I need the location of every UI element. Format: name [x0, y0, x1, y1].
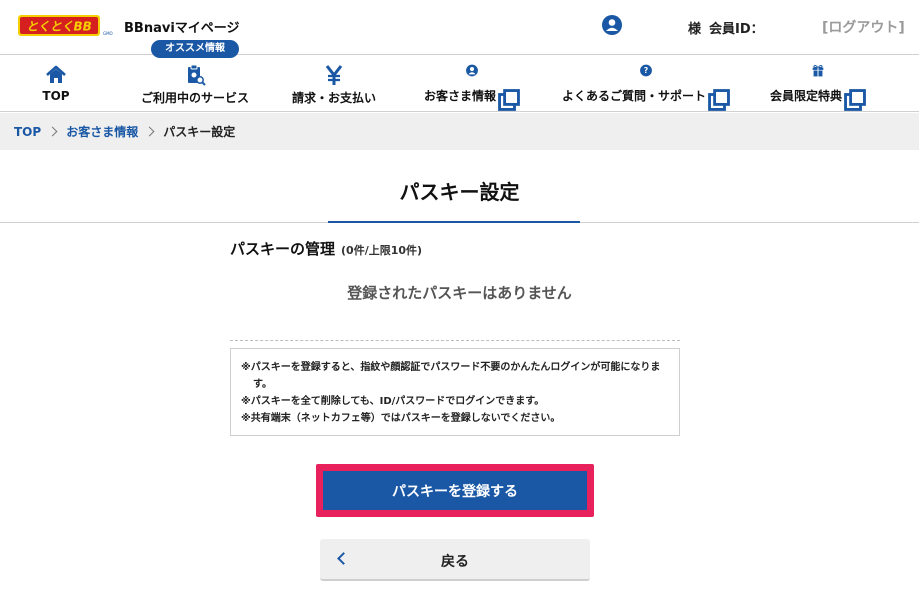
chevron-right-icon	[47, 126, 58, 137]
back-button[interactable]: 戻る	[320, 539, 590, 581]
breadcrumb-top[interactable]: TOP	[14, 125, 41, 139]
question-icon: ?	[640, 64, 652, 77]
dashed-divider	[230, 340, 680, 341]
svg-text:とくとくBB: とくとくBB	[26, 20, 92, 34]
section-title: パスキーの管理	[230, 240, 336, 258]
external-link-icon	[844, 89, 866, 111]
nav-member-benefits-label: 会員限定特典	[770, 89, 843, 103]
service-icon	[188, 64, 206, 86]
tokutoku-bb-logo[interactable]: とくとくBB GMO	[18, 15, 118, 37]
notes-box: ※パスキーを登録すると、指紋や顔認証でパスワード不要のかんたんログインが可能にな…	[230, 348, 680, 436]
breadcrumb-current: パスキー設定	[163, 125, 236, 139]
page-title: パスキー設定	[399, 180, 520, 204]
user-avatar-icon	[602, 15, 622, 35]
recommend-badge[interactable]: オススメ情報	[151, 40, 239, 58]
nav-faq-support[interactable]: ? よくあるご質問・サポート	[560, 55, 732, 111]
nav-member-benefits[interactable]: 会員限定特典	[770, 55, 866, 111]
site-name: BBnaviマイページ	[124, 21, 240, 36]
gift-icon	[812, 64, 824, 77]
nav-top[interactable]: TOP	[36, 55, 76, 111]
nav-services-label: ご利用中のサービス	[140, 91, 249, 105]
empty-passkey-message: 登録されたパスキーはありません	[347, 284, 572, 302]
external-link-icon	[708, 89, 730, 111]
logout-link[interactable]: [ログアウト]	[822, 17, 905, 37]
breadcrumb: TOP お客さま情報 パスキー設定	[0, 113, 919, 150]
nav-top-label: TOP	[42, 89, 70, 103]
user-icon	[466, 64, 478, 77]
nav-services[interactable]: ご利用中のサービス	[133, 55, 257, 111]
member-suffix: 様	[688, 22, 702, 37]
member-info: 様会員ID：	[688, 18, 772, 37]
svg-text:?: ?	[644, 66, 648, 75]
note-item: ※パスキーを登録すると、指紋や顔認証でパスワード不要のかんたんログインが可能にな…	[241, 362, 661, 390]
nav-faq-support-label: よくあるご質問・サポート	[561, 89, 706, 103]
section-header: パスキーの管理 (0件/上限10件)	[230, 238, 422, 259]
nav-customer-info-label: お客さま情報	[423, 89, 496, 103]
header: とくとくBB GMO BBnaviマイページ 様会員ID： [ログアウト]	[0, 0, 919, 54]
title-accent-bar	[328, 221, 580, 223]
global-nav: TOP ご利用中のサービス 請求・お支払い お客さま情報 ? よくあるご質問・サ…	[0, 54, 919, 112]
chevron-right-icon	[144, 126, 155, 137]
back-button-label: 戻る	[441, 554, 469, 570]
register-passkey-button[interactable]: パスキーを登録する	[323, 471, 587, 510]
nav-billing[interactable]: 請求・お支払い	[284, 55, 384, 111]
home-icon	[46, 65, 66, 83]
note-item: ※共有端末（ネットカフェ等）ではパスキーを登録しないでください。	[241, 413, 561, 424]
external-link-icon	[498, 89, 520, 111]
passkey-count: (0件/上限10件)	[341, 244, 423, 257]
breadcrumb-customer-info[interactable]: お客さま情報	[66, 123, 138, 140]
member-id-label: 会員ID：	[709, 22, 764, 37]
nav-customer-info[interactable]: お客さま情報	[422, 55, 522, 111]
yen-icon	[325, 65, 343, 85]
note-item: ※パスキーを全て削除しても、ID/パスワードでログインできます。	[241, 396, 545, 407]
svg-text:GMO: GMO	[103, 31, 113, 36]
nav-billing-label: 請求・お支払い	[291, 91, 376, 105]
